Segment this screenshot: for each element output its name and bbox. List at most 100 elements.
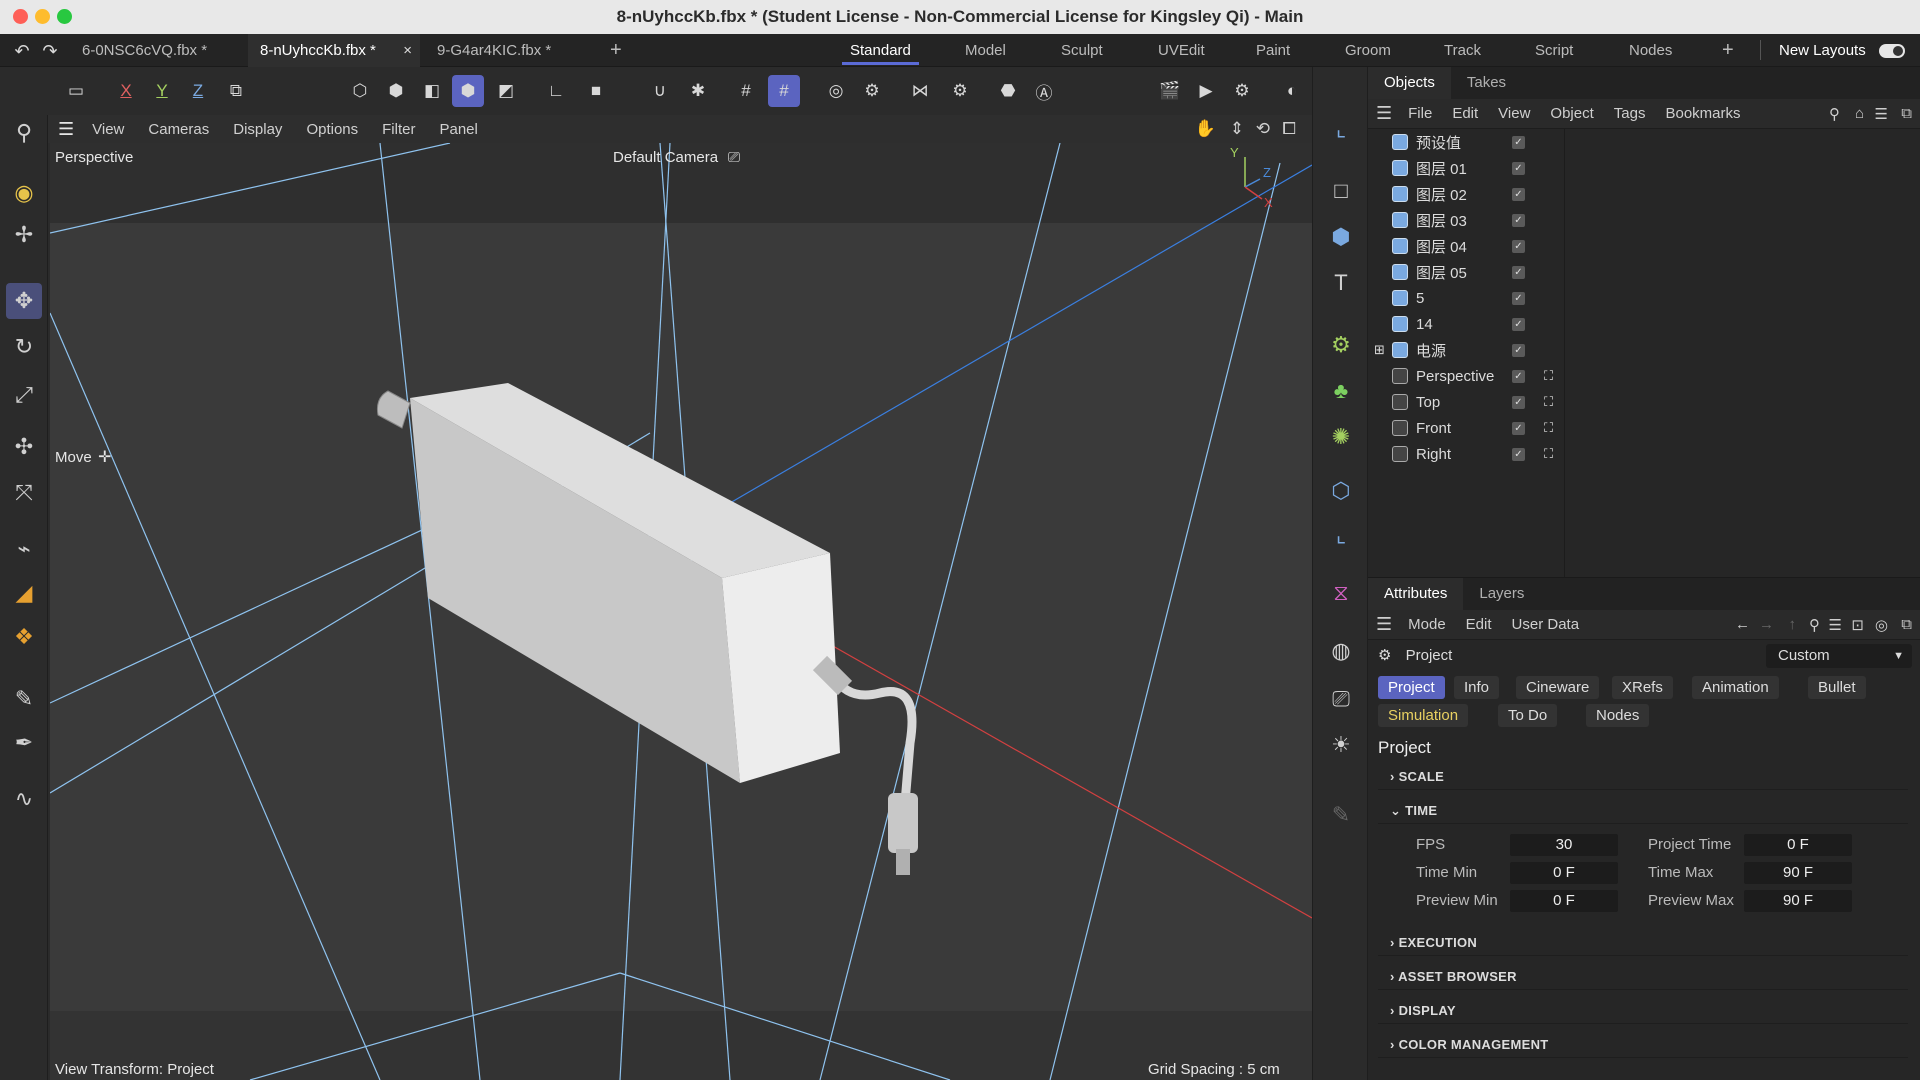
render-view-icon[interactable]: 🎬 — [1154, 75, 1186, 107]
visibility-check-icon[interactable]: ✓ — [1512, 161, 1525, 175]
close-tab-icon[interactable]: × — [403, 34, 412, 67]
redo-icon[interactable]: ↷ — [34, 35, 66, 67]
viewport-menu-panel[interactable]: Panel — [439, 121, 477, 138]
viewport-menu-cameras[interactable]: Cameras — [148, 121, 209, 138]
visibility-check-icon[interactable]: ✓ — [1512, 447, 1525, 461]
display-section-header[interactable]: › DISPLAY — [1378, 998, 1908, 1024]
generator-icon[interactable]: ⚙ — [1323, 327, 1359, 363]
forward-arrow-icon[interactable]: → — [1759, 616, 1774, 633]
camera-name[interactable]: Default Camera — [613, 149, 718, 166]
layout-tab-standard[interactable]: Standard — [842, 34, 919, 67]
visibility-check-icon[interactable]: ✓ — [1512, 369, 1525, 383]
uv-mode-icon[interactable]: ◩ — [490, 75, 522, 107]
deformer-icon[interactable]: ✺ — [1323, 419, 1359, 455]
camera-icon[interactable]: ⎚ — [728, 149, 740, 166]
file-tab-1[interactable]: 6-0NSC6cVQ.fbx * — [70, 34, 219, 67]
viewport-menu-display[interactable]: Display — [233, 121, 282, 138]
layout-tab-groom[interactable]: Groom — [1345, 34, 1391, 67]
objects-menu-bookmarks[interactable]: Bookmarks — [1665, 105, 1740, 122]
to-do-tab-button[interactable]: To Do — [1498, 704, 1558, 727]
objects-search-icon[interactable]: ⚲ — [1829, 105, 1840, 123]
nodes-tab-button[interactable]: Nodes — [1586, 704, 1650, 727]
project-time-field[interactable]: 0 F — [1744, 834, 1852, 856]
bridge-tool-icon[interactable]: ❖ — [6, 619, 42, 655]
points-mode-icon[interactable]: ⬡ — [344, 75, 376, 107]
visibility-check-icon[interactable]: ✓ — [1512, 239, 1525, 253]
layout-tab-script[interactable]: Script — [1535, 34, 1573, 67]
list-item[interactable]: Right ✓ ⛶ — [1368, 441, 1920, 467]
orbit-view-icon[interactable]: ⟲ — [1256, 119, 1270, 139]
render-region-icon[interactable]: ◎ — [820, 75, 852, 107]
list-item[interactable]: 5 ✓ — [1368, 285, 1920, 311]
visibility-check-icon[interactable]: ✓ — [1512, 135, 1525, 149]
z-axis-lock-button[interactable]: Z — [182, 75, 214, 107]
visibility-check-icon[interactable]: ✓ — [1512, 187, 1525, 201]
add-layout-icon[interactable]: + — [1722, 34, 1734, 67]
spline-object-icon[interactable]: □ — [1323, 173, 1359, 209]
x-axis-lock-button[interactable]: X — [110, 75, 142, 107]
extrude-tool-icon[interactable]: ⤧ — [6, 475, 42, 511]
list-item[interactable]: 图层 04 ✓ — [1368, 233, 1920, 259]
file-tab-3[interactable]: 9-G4ar4KIC.fbx * — [425, 34, 563, 67]
light-object-icon[interactable]: ☀ — [1323, 727, 1359, 763]
render-to-picture-viewer-icon[interactable]: ▶ — [1190, 75, 1222, 107]
layout-tab-nodes[interactable]: Nodes — [1629, 34, 1672, 67]
list-item[interactable]: 图层 02 ✓ — [1368, 181, 1920, 207]
attributes-search-icon[interactable]: ⚲ — [1809, 616, 1820, 634]
environment-icon[interactable]: ◍ — [1323, 633, 1359, 669]
live-selection-icon[interactable]: ◉ — [6, 175, 42, 211]
text-object-icon[interactable]: T — [1323, 265, 1359, 301]
zoom-window-button[interactable] — [57, 9, 72, 24]
list-item[interactable]: 14 ✓ — [1368, 311, 1920, 337]
scale-section-header[interactable]: › SCALE — [1378, 764, 1908, 790]
objects-home-icon[interactable]: ⌂ — [1855, 105, 1864, 122]
settings-gear-icon[interactable]: ⚙ — [856, 75, 888, 107]
animation-tab-button[interactable]: Animation — [1692, 676, 1779, 699]
asset-browser-section-header[interactable]: › ASSET BROWSER — [1378, 964, 1908, 990]
viewport-menu-filter[interactable]: Filter — [382, 121, 415, 138]
viewport-menu-view[interactable]: View — [92, 121, 124, 138]
pan-view-icon[interactable]: ✋ — [1195, 119, 1216, 139]
magnet-icon[interactable]: ∪ — [644, 75, 676, 107]
texture-mode-icon[interactable]: ■ — [580, 75, 612, 107]
objects-popout-icon[interactable]: ⧉ — [1901, 105, 1912, 122]
object-mode-icon[interactable]: ⬢ — [452, 75, 484, 107]
list-item[interactable]: Top ✓ ⛶ — [1368, 389, 1920, 415]
lock-icon[interactable]: ⊡ — [1851, 616, 1864, 634]
redshift-icon[interactable]: ◐ — [1276, 75, 1308, 107]
hamburger-menu-icon[interactable]: ☰ — [58, 119, 74, 140]
symmetry-icon[interactable]: ⋈ — [904, 75, 936, 107]
attributes-menu-mode[interactable]: Mode — [1408, 616, 1446, 633]
tab-layers[interactable]: Layers — [1463, 578, 1540, 610]
cube-object-icon[interactable]: ⬢ — [1323, 219, 1359, 255]
attributes-popout-icon[interactable]: ⧉ — [1901, 616, 1912, 633]
new-layouts-label[interactable]: New Layouts — [1779, 34, 1866, 67]
camera-tag-icon[interactable]: ⛶ — [1544, 446, 1553, 462]
objects-menu-tags[interactable]: Tags — [1614, 105, 1646, 122]
visibility-check-icon[interactable]: ✓ — [1512, 213, 1525, 227]
rotate-tool-icon[interactable]: ↻ — [6, 329, 42, 365]
color-management-section-header[interactable]: › COLOR MANAGEMENT — [1378, 1032, 1908, 1058]
visibility-check-icon[interactable]: ✓ — [1512, 317, 1525, 331]
info-tab-button[interactable]: Info — [1454, 676, 1500, 699]
edges-mode-icon[interactable]: ⬢ — [380, 75, 412, 107]
spline-tool-icon[interactable]: ∿ — [6, 781, 42, 817]
dolly-view-icon[interactable]: ⇕ — [1230, 119, 1244, 139]
fps-field[interactable]: 30 — [1510, 834, 1618, 856]
time-section-header[interactable]: ⌄ TIME — [1378, 798, 1908, 824]
visibility-check-icon[interactable]: ✓ — [1512, 265, 1525, 279]
preset-select[interactable]: Custom ▼ — [1766, 644, 1912, 668]
grid-snap-icon[interactable]: # — [768, 75, 800, 107]
attributes-filter-icon[interactable]: ☰ — [1829, 616, 1842, 634]
coordinate-system-icon[interactable]: ⧉ — [220, 75, 252, 107]
camera-tag-icon[interactable]: ⛶ — [1544, 368, 1553, 384]
list-item[interactable]: 图层 05 ✓ — [1368, 259, 1920, 285]
bullet-tab-button[interactable]: Bullet — [1808, 676, 1866, 699]
camera-object-icon[interactable]: ⎚ — [1323, 681, 1359, 717]
transform-tool-icon[interactable]: ✣ — [6, 429, 42, 465]
3d-viewport[interactable]: Perspective Default Camera ⎚ Move ✛ Y Z … — [50, 143, 1312, 1080]
y-axis-lock-button[interactable]: Y — [146, 75, 178, 107]
layout-tab-track[interactable]: Track — [1444, 34, 1481, 67]
list-item[interactable]: Perspective ✓ ⛶ — [1368, 363, 1920, 389]
viewport-menu-options[interactable]: Options — [306, 121, 358, 138]
